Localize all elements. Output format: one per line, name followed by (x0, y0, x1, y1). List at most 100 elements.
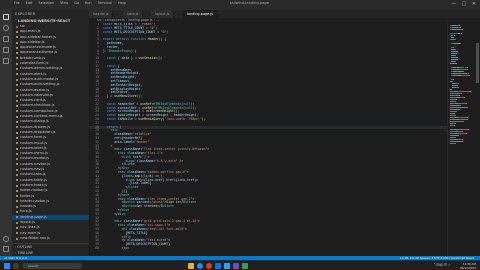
search-icon[interactable] (3, 25, 9, 31)
file-type-icon (16, 62, 18, 65)
scrollbar-thumb[interactable] (476, 43, 479, 83)
file-type-icon (16, 200, 18, 203)
file-type-icon (16, 57, 18, 60)
code-token: useSession (138, 56, 158, 61)
code-token: Button (183, 200, 195, 205)
vscode-icon[interactable] (224, 263, 230, 269)
code-token: ; (166, 29, 169, 34)
minimap-line (451, 81, 453, 82)
file-label: layout.js (20, 219, 35, 224)
minimap[interactable] (447, 23, 476, 256)
minimap-line (456, 111, 457, 112)
file-type-icon (16, 83, 18, 86)
code-editor[interactable]: 1 const META_TITLE = "_POWER"; 2 const META… (89, 23, 447, 256)
file-type-icon (16, 189, 18, 192)
tab-landing-page[interactable]: landing-page.js (183, 10, 219, 18)
code-token: "text-4xl font-bold" (147, 227, 185, 232)
clock[interactable]: 11:36 AM 06/11/2023 (460, 262, 476, 270)
file-type-icon (16, 163, 18, 166)
file-label: nav-main.js (20, 230, 41, 235)
minimap-line (457, 129, 468, 130)
code-token: > (207, 147, 210, 152)
file-type-icon (16, 105, 18, 108)
account-icon[interactable] (3, 236, 9, 242)
code-token: () { (158, 37, 167, 42)
editor-tabs: header.js hero.js layout.js landing-page… (89, 10, 480, 18)
code-token: (); (136, 94, 143, 99)
code-token: className (136, 158, 154, 163)
minimap-line (467, 73, 468, 74)
menu-view[interactable]: View (60, 1, 68, 5)
file-label: app-sidebar-footer.js (20, 34, 56, 39)
tab-layout[interactable]: layout.js (151, 10, 175, 18)
code-token: Header (147, 37, 159, 42)
code-token: const (106, 56, 118, 61)
file-type-icon (16, 147, 18, 150)
file-list: src app-main.js app-sidebar-footer.js app-s… (12, 24, 89, 241)
terminal-icon[interactable] (242, 263, 248, 269)
file-type-icon (16, 142, 18, 145)
chrome-icon[interactable] (206, 263, 212, 269)
file-type-icon (16, 52, 18, 55)
file-item[interactable]: new-folder-nav.js (12, 236, 89, 241)
minimap-line (453, 35, 454, 36)
app-icon[interactable] (233, 263, 239, 269)
file-label: custom-label.js (20, 145, 47, 150)
explorer-icon[interactable] (3, 14, 9, 20)
menu-selection[interactable]: Selection (38, 1, 54, 5)
file-label: header-navbar.js (20, 198, 50, 203)
file-type-icon (16, 221, 18, 224)
file-explorer-icon[interactable] (188, 263, 194, 269)
code-token: , (134, 75, 137, 80)
edge-icon[interactable] (197, 263, 203, 269)
menu-bar: File Edit Selection View Go Run Terminal… (14, 1, 131, 5)
code-token: (); (157, 56, 163, 61)
file-label: calendar-form.js (20, 61, 49, 66)
maximize-button[interactable]: □ (461, 2, 467, 7)
menu-terminal[interactable]: Terminal (98, 1, 112, 5)
extensions-icon[interactable] (3, 58, 9, 64)
minimize-button[interactable]: — (451, 2, 457, 7)
gear-icon[interactable] (3, 246, 9, 252)
file-label: new-folder-nav.js (20, 235, 50, 240)
source-control-icon[interactable] (3, 36, 9, 42)
tab-header[interactable]: header.js (89, 10, 114, 18)
menu-file[interactable]: File (14, 1, 20, 5)
minimap-line (454, 101, 456, 102)
minimap-line (457, 57, 458, 58)
menu-run[interactable]: Run (85, 1, 92, 5)
minimap-line (467, 107, 469, 108)
taskbar-search[interactable]: Search (22, 263, 82, 269)
run-debug-icon[interactable] (3, 47, 9, 53)
minimap-line (458, 133, 466, 134)
file-label: custom-admin-setting.js (20, 66, 63, 71)
store-icon[interactable] (215, 263, 221, 269)
file-label: custom-menu.js (20, 151, 49, 156)
editor-scrollbar[interactable] (475, 23, 480, 256)
file-label: appearance-mode.js (20, 45, 56, 50)
file-label: custom-card.js (20, 98, 46, 103)
tab-hero[interactable]: hero.js (123, 10, 144, 18)
minimap-line (461, 93, 462, 94)
windows-start-icon[interactable] (4, 263, 10, 269)
code-token: > (185, 227, 187, 232)
minimap-line (458, 135, 459, 136)
close-button[interactable]: ✕ (471, 2, 477, 7)
minimap-line (457, 59, 458, 60)
system-tray[interactable]: ˄ ENG ☰ ♪ (434, 263, 450, 267)
file-type-icon (16, 216, 18, 219)
file-type-icon (16, 195, 18, 198)
code-token: } (168, 242, 171, 247)
code-line[interactable]: 60 </p> (89, 246, 447, 251)
minimap-line (465, 103, 467, 104)
file-type-icon (16, 179, 18, 182)
minimap-line (456, 51, 458, 52)
file-label: footer-navbar.js (20, 188, 48, 193)
file-type-icon (16, 30, 18, 33)
search-icon[interactable] (13, 263, 19, 269)
menu-help[interactable]: Help (118, 1, 126, 5)
menu-go[interactable]: Go (74, 1, 79, 5)
minimap-line (468, 75, 470, 76)
menu-edit[interactable]: Edit (26, 1, 33, 5)
file-type-icon (16, 158, 18, 161)
